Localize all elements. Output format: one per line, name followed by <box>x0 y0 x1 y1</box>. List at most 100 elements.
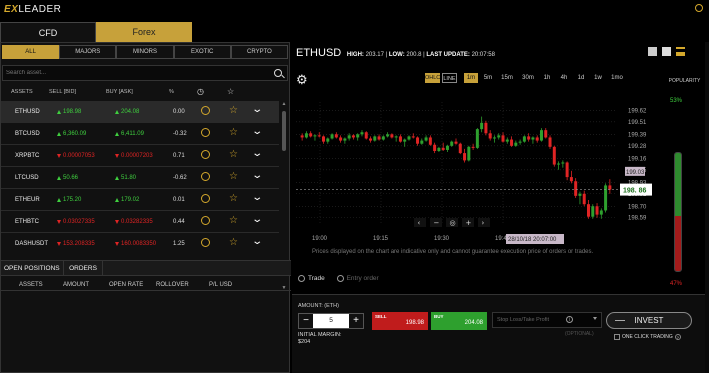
star-icon[interactable]: ☆ <box>229 237 238 248</box>
sell-price[interactable]: 175.20 <box>57 197 81 203</box>
change-pct: 0.00 <box>173 109 185 115</box>
filter-all[interactable]: ALL <box>2 45 60 59</box>
trend-down-icon <box>57 220 61 224</box>
buy-price[interactable]: 0.00007203 <box>115 153 153 159</box>
candle-body <box>394 136 398 138</box>
asset-row[interactable]: LTCUSD 50.66 51.80 -0.62 ☆ ⌄ <box>1 167 279 189</box>
star-icon[interactable]: ☆ <box>229 193 238 204</box>
chevron-down-icon[interactable]: ⌄ <box>251 170 263 181</box>
sell-price[interactable]: 153.208335 <box>57 241 95 247</box>
sell-price[interactable]: 0.00007053 <box>57 153 95 159</box>
tab-orders[interactable]: ORDERS <box>63 261 103 276</box>
asset-row[interactable]: XRPBTC 0.00007053 0.00007203 0.71 ☆ ⌄ <box>1 145 279 167</box>
help-icon[interactable]: ? <box>674 334 681 340</box>
candle-body <box>539 130 543 141</box>
buy-button[interactable]: BUY 204.08 <box>431 312 487 330</box>
sell-price[interactable]: 0.03027335 <box>57 219 95 225</box>
tab-forex[interactable]: Forex <box>96 22 192 42</box>
sell-price[interactable]: 50.66 <box>57 175 78 181</box>
chevron-down-icon[interactable]: ⌄ <box>251 148 263 159</box>
tab-open-positions[interactable]: OPEN POSITIONS <box>1 261 63 276</box>
asset-row[interactable]: BTCUSD 6,360.09 6,411.09 -0.32 ☆ ⌄ <box>1 123 279 145</box>
asset-symbol: ETHEUR <box>15 197 40 203</box>
buy-price[interactable]: 51.80 <box>115 175 136 181</box>
asset-row[interactable]: ETHBTC 0.03027335 0.03282335 0.44 ☆ ⌄ <box>1 211 279 233</box>
timeframe-1mo[interactable]: 1mo <box>608 73 626 83</box>
timeframe-30m[interactable]: 30m <box>519 73 537 83</box>
ohlc-chart-button[interactable]: OHLC <box>425 73 440 83</box>
single-view-icon[interactable] <box>662 47 671 56</box>
info-icon[interactable]: i <box>566 316 573 323</box>
radio-entry-order[interactable]: Entry order <box>336 275 379 282</box>
filter-minors[interactable]: MINORS <box>116 45 174 59</box>
increase-button[interactable]: + <box>349 314 363 328</box>
scroll-right-icon-glyph: › <box>482 219 485 227</box>
grid-view-icon[interactable] <box>648 47 657 56</box>
trend-up-icon <box>57 110 61 114</box>
one-click-trading[interactable]: ONE CLICK TRADING ? <box>614 334 681 340</box>
alarm-clock-icon[interactable] <box>201 150 210 159</box>
chevron-down-icon[interactable]: ⌄ <box>251 126 263 137</box>
star-icon[interactable]: ☆ <box>229 127 238 138</box>
timeframe-1m[interactable]: 1m <box>464 73 478 83</box>
candle-body <box>424 137 428 141</box>
stop-loss-dropdown[interactable]: Stop Loss/Take Profit i <box>492 312 602 328</box>
alarm-clock-icon[interactable] <box>201 172 210 181</box>
timeframe-15m[interactable]: 15m <box>498 73 516 83</box>
buy-price[interactable]: 160.0083350 <box>115 241 156 247</box>
invest-button[interactable]: INVEST <box>606 312 692 329</box>
chevron-down-icon[interactable]: ⌄ <box>251 104 263 115</box>
timeframe-1d[interactable]: 1d <box>574 73 588 83</box>
search-icon[interactable] <box>274 69 282 77</box>
decrease-button[interactable]: − <box>299 314 313 328</box>
asset-symbol: ETHBTC <box>15 219 39 225</box>
search-input[interactable] <box>3 66 263 80</box>
timeframe-1h[interactable]: 1h <box>540 73 554 83</box>
filter-exotic[interactable]: EXOTIC <box>173 45 231 59</box>
tab-cfd[interactable]: CFD <box>0 22 96 42</box>
alarm-clock-icon[interactable] <box>201 216 210 225</box>
candle-body <box>608 185 612 190</box>
buy-price[interactable]: 179.02 <box>115 197 139 203</box>
timeframe-1w[interactable]: 1w <box>591 73 605 83</box>
one-click-checkbox[interactable] <box>614 334 620 340</box>
buy-price[interactable]: 6,411.09 <box>115 131 144 137</box>
candle-body <box>586 204 590 217</box>
sell-price: 198.98 <box>405 320 424 326</box>
price-chart[interactable]: 199.62199.51199.39199.28199.16199.05198.… <box>296 96 662 246</box>
amount-input[interactable]: 5 <box>313 314 349 328</box>
timeframe-5m[interactable]: 5m <box>481 73 495 83</box>
line-chart-button[interactable]: LINE <box>442 73 457 83</box>
candle-body <box>484 122 488 134</box>
sell-button[interactable]: SELL 198.98 <box>372 312 428 330</box>
filter-crypto[interactable]: CRYPTO <box>230 45 289 59</box>
list-view-icon[interactable] <box>676 47 685 56</box>
filter-majors[interactable]: MAJORS <box>59 45 117 59</box>
alarm-clock-icon[interactable] <box>201 194 210 203</box>
alarm-clock-icon[interactable] <box>201 238 210 247</box>
sell-price[interactable]: 198.98 <box>57 109 81 115</box>
sell-price[interactable]: 6,360.09 <box>57 131 86 137</box>
star-icon[interactable]: ☆ <box>229 105 238 116</box>
chevron-down-icon <box>593 317 597 320</box>
timeframe-4h[interactable]: 4h <box>557 73 571 83</box>
buy-price[interactable]: 204.08 <box>115 109 139 115</box>
buy-price[interactable]: 0.03282335 <box>115 219 153 225</box>
asset-row[interactable]: DASHUSDT 153.208335 160.0083350 1.25 ☆ ⌄ <box>1 233 279 251</box>
chevron-down-icon[interactable]: ⌄ <box>251 214 263 225</box>
chevron-down-icon[interactable]: ⌄ <box>251 236 263 247</box>
radio-trade[interactable]: Trade <box>298 275 325 282</box>
star-icon[interactable]: ☆ <box>229 171 238 182</box>
alarm-clock-icon[interactable] <box>201 128 210 137</box>
margin-label: INITIAL MARGIN: <box>298 332 342 338</box>
radio-dot <box>336 275 344 282</box>
alarm-clock-icon[interactable] <box>201 106 210 115</box>
asset-row[interactable]: ETHEUR 175.20 179.02 0.01 ☆ ⌄ <box>1 189 279 211</box>
chevron-down-icon[interactable]: ⌄ <box>251 192 263 203</box>
gear-icon[interactable]: ⚙ <box>296 72 308 88</box>
asset-row[interactable]: ETHUSD 198.98 204.08 0.00 ☆ ⌄ <box>1 101 279 123</box>
scroll-thumb[interactable] <box>282 111 286 151</box>
star-icon[interactable]: ☆ <box>229 149 238 160</box>
star-icon[interactable]: ☆ <box>229 215 238 226</box>
scroll-up-icon[interactable]: ▲ <box>281 101 287 107</box>
